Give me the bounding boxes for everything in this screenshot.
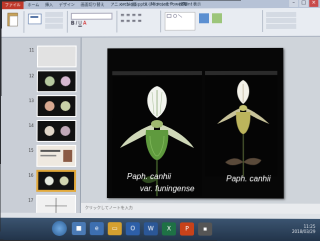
tab-transitions[interactable]: 画面切り替え [81,2,105,8]
window-title: orchid展.pptx - Microsoft PowerPoint [120,1,192,7]
slide-thumbnail-selected[interactable] [36,170,76,192]
folder-icon[interactable]: ▭ [108,222,122,235]
slide-thumbnail[interactable] [37,46,77,68]
outlook-icon[interactable]: O [126,222,140,235]
shapes-gallery-icon [164,10,224,34]
right-photo-caption-bar [205,71,277,75]
maximize-button[interactable]: □ [299,0,308,7]
find-button[interactable] [266,12,296,17]
excel-icon[interactable]: X [162,222,176,235]
tab-view[interactable]: 表示 [193,1,201,7]
ribbon-group-drawing[interactable] [164,10,224,35]
ribbon-group-clipboard[interactable] [6,11,20,28]
powerpoint-icon[interactable]: P [180,222,194,235]
ribbon-group-font: B I U A [71,13,113,27]
tab-home[interactable]: ホーム [27,2,39,8]
minimize-button[interactable]: – [289,0,298,7]
orchid-thumbnail-icon [38,71,76,91]
paste-icon [6,11,20,27]
tray-date: 2018/03/29 [292,229,315,234]
ribbon-group-paragraph: ≡ ≡ ≡ ≡ ≡ ≡ ≡ ≡ [120,13,156,25]
reset-button[interactable] [45,18,63,23]
thumb-number: 12 [29,73,34,78]
window-controls: – □ × [289,0,318,7]
slide-thumbnail[interactable] [37,95,77,117]
text-thumbnail-icon [37,146,75,166]
explorer-icon[interactable]: ■ [72,222,86,235]
font-name-select[interactable] [71,13,113,20]
thumb-number: 11 [29,48,34,53]
font-style-buttons[interactable]: B I U A [71,21,111,26]
left-species-label-line1: Paph. canhii [127,172,171,181]
orchid-flower-icon [205,76,278,176]
select-button[interactable] [266,24,296,29]
file-tab[interactable]: ファイル [2,1,24,9]
right-species-label: Paph. canhii [226,174,270,183]
close-button[interactable]: × [309,0,318,7]
ribbon: B I U A ≡ ≡ ≡ ≡ ≡ ≡ ≡ ≡ [2,8,320,38]
orchid-thumbnail-icon [38,172,74,190]
ribbon-layout-buttons [45,12,63,30]
thumb-number: 15 [29,148,34,153]
section-button[interactable] [45,24,63,29]
slide-thumbnail-pane[interactable]: 11 12 13 14 15 [0,38,81,217]
tab-insert[interactable]: 挿入 [45,2,53,8]
thumb-number: 16 [28,173,33,178]
word-icon[interactable]: W [144,222,158,235]
right-orchid-photo[interactable] [205,76,278,176]
thumb-number: 14 [29,123,34,128]
system-tray[interactable]: 11:25 2018/03/29 [292,224,315,234]
new-slide-icon [27,11,43,27]
thumb-number: 17 [28,198,33,203]
orchid-thumbnail-icon [38,121,76,141]
orchid-thumbnail-icon [38,96,76,116]
left-photo-caption-bar [112,71,202,75]
left-species-label-line2: var. funingense [140,184,195,193]
slide-thumbnail[interactable] [37,70,77,92]
replace-button[interactable] [266,18,296,23]
ie-icon[interactable]: e [90,222,104,235]
slide-thumbnail[interactable] [37,120,77,142]
bullets-buttons[interactable]: ≡ ≡ ≡ ≡ [120,13,156,18]
screen: ファイル ホーム 挿入 デザイン 画面切り替え アニメーション スライド ショー… [0,0,320,241]
ribbon-group-slides[interactable] [27,11,43,28]
start-button[interactable] [52,221,67,236]
align-buttons[interactable]: ≡ ≡ ≡ ≡ [120,18,156,23]
slide-thumbnail[interactable] [36,145,76,167]
windows-taskbar: ■ e ▭ O W X P ▪ 11:25 2018/03/29 [0,218,320,241]
tab-design[interactable]: デザイン [59,2,75,8]
ribbon-group-editing [266,12,296,30]
app-icon[interactable]: ▪ [198,222,212,235]
layout-button[interactable] [45,12,63,17]
thumb-number: 13 [29,98,34,103]
